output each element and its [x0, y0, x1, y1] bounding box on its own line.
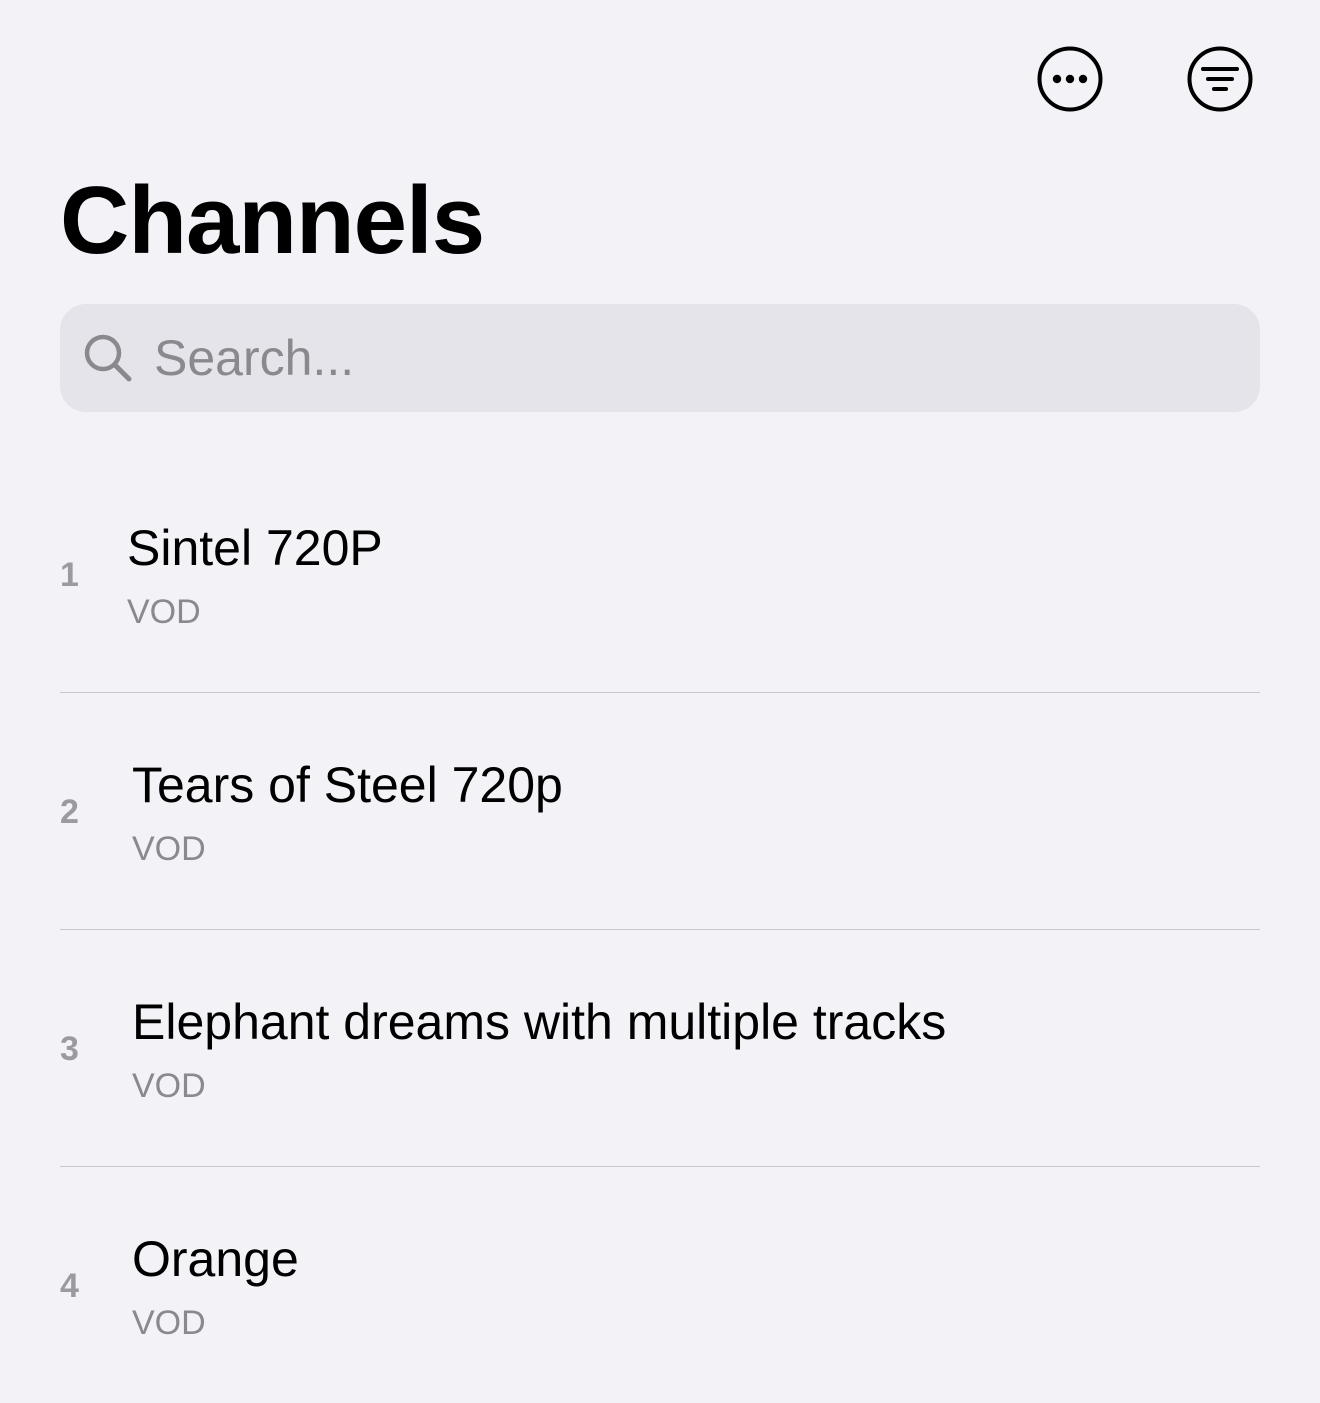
page-title: Channels: [60, 167, 485, 274]
channel-number: 4: [60, 1267, 79, 1305]
channel-row[interactable]: 3 Elephant dreams with multiple tracks V…: [60, 929, 1260, 1166]
channel-name: Sintel 720P: [127, 520, 383, 576]
channel-number: 1: [60, 556, 79, 594]
ellipsis-circle-icon: [1037, 46, 1103, 112]
channel-type: VOD: [132, 1067, 206, 1105]
navigation-bar: [0, 0, 1320, 160]
channel-row[interactable]: 4 Orange VOD: [60, 1166, 1260, 1403]
channel-number: 2: [60, 793, 79, 831]
channel-type: VOD: [132, 830, 206, 868]
search-input[interactable]: [154, 304, 1234, 412]
channel-row[interactable]: 1 Sintel 720P VOD: [60, 456, 1260, 692]
channel-type: VOD: [132, 1304, 206, 1342]
channel-name: Elephant dreams with multiple tracks: [132, 994, 947, 1050]
channel-number: 3: [60, 1030, 79, 1068]
filter-button[interactable]: [1187, 46, 1253, 112]
search-bar[interactable]: [60, 304, 1260, 412]
search-icon: [82, 332, 134, 384]
more-options-button[interactable]: [1037, 46, 1103, 112]
channel-name: Tears of Steel 720p: [132, 757, 563, 813]
channel-name: Orange: [132, 1231, 299, 1287]
channel-type: VOD: [127, 593, 201, 631]
filter-icon: [1187, 46, 1253, 112]
channel-row[interactable]: 2 Tears of Steel 720p VOD: [60, 692, 1260, 929]
channel-list: 1 Sintel 720P VOD 2 Tears of Steel 720p …: [60, 456, 1260, 1403]
